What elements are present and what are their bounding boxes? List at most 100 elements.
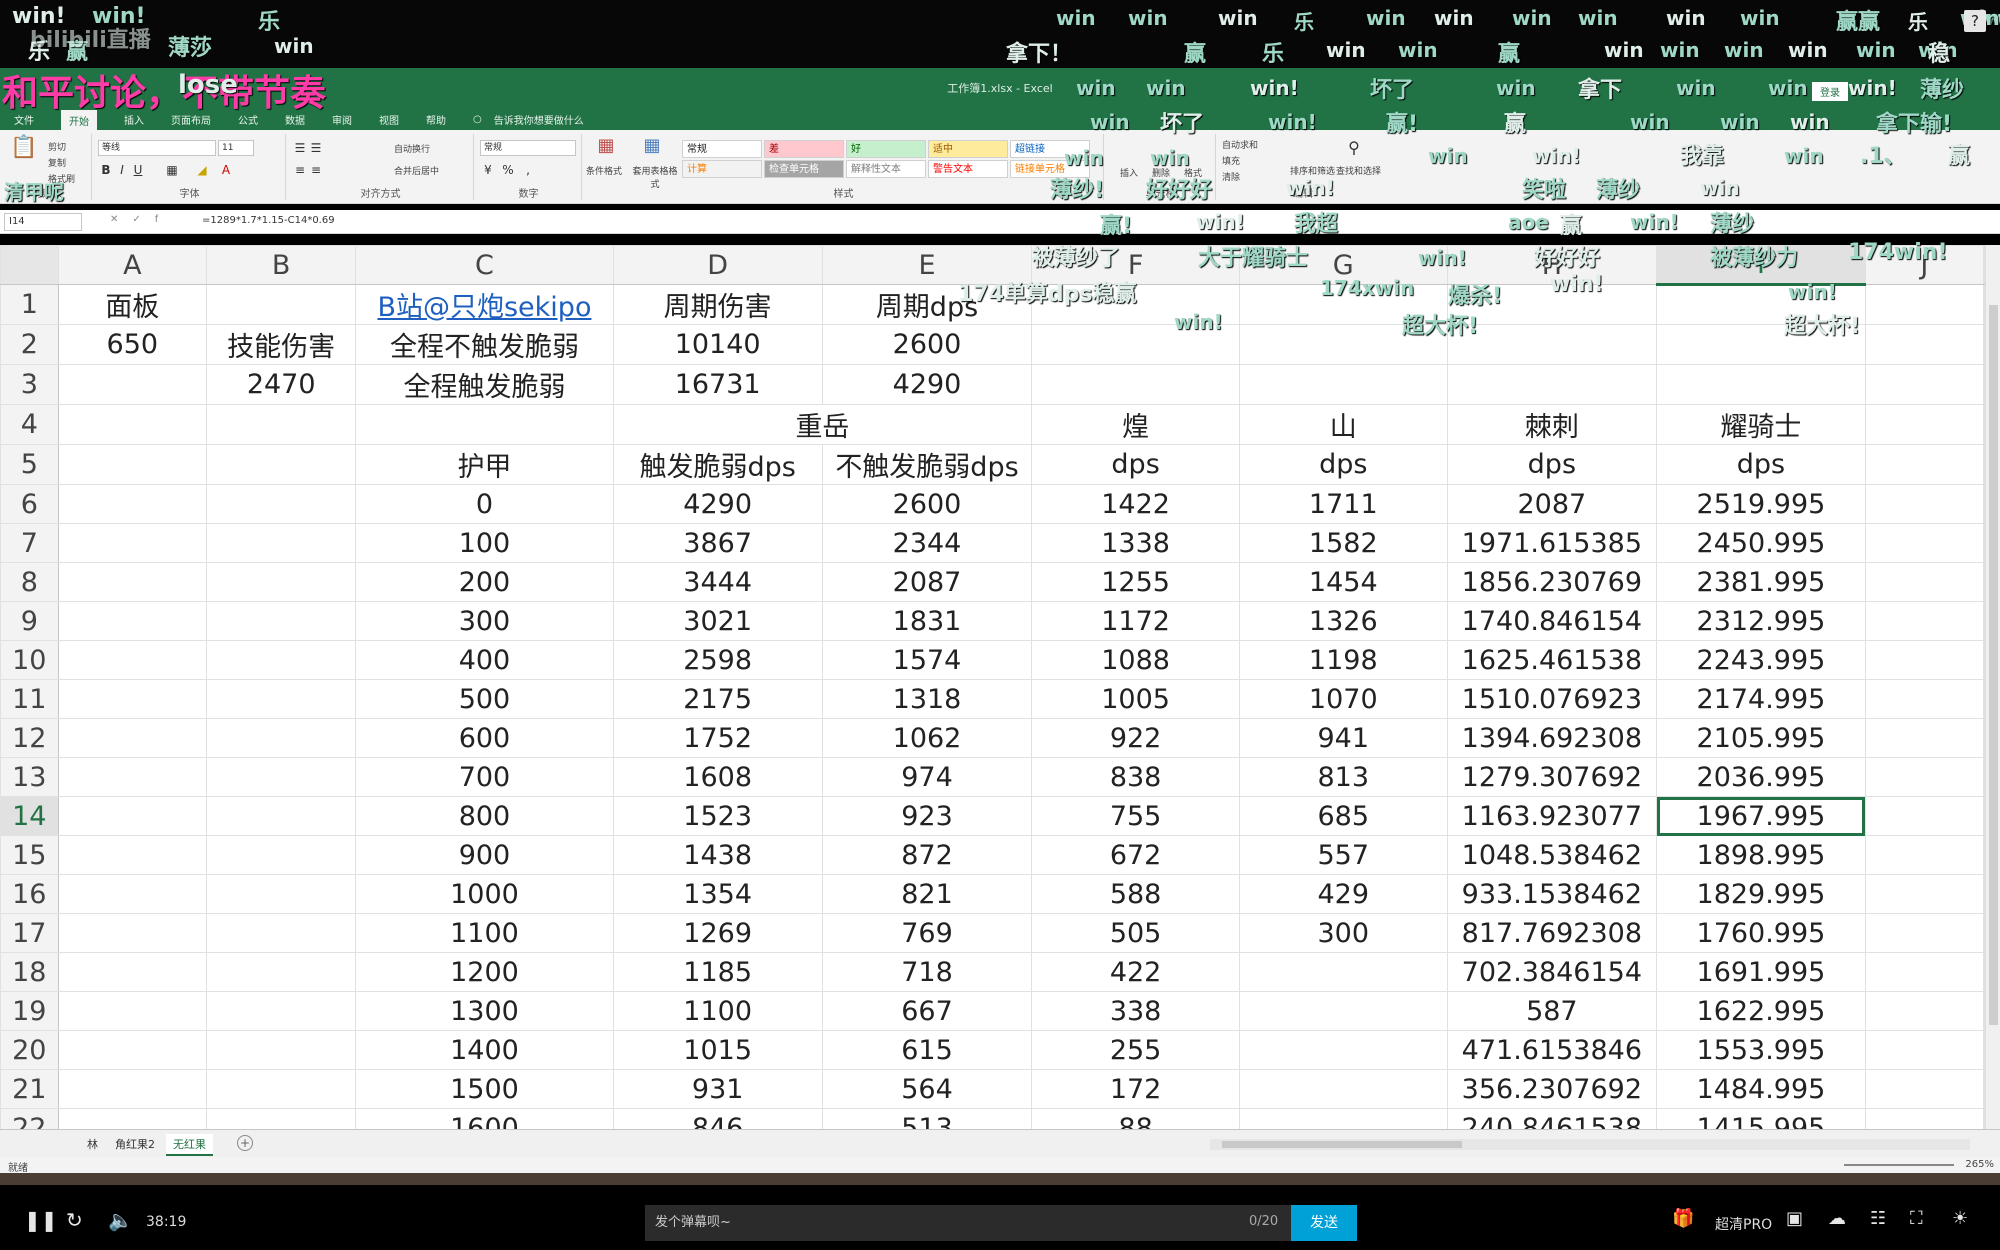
comma-icon[interactable]: ,	[520, 162, 536, 178]
cell-D2[interactable]: 10140	[612, 324, 823, 365]
cell-F8[interactable]: 1255	[1031, 562, 1240, 602]
cell-E16[interactable]: 821	[821, 874, 1033, 914]
cell-B7[interactable]	[206, 523, 357, 563]
row-header[interactable]: 15	[0, 835, 59, 875]
font-color-icon[interactable]: A	[218, 162, 234, 178]
column-header[interactable]: H	[1446, 245, 1658, 285]
cell-I3[interactable]	[1656, 364, 1866, 405]
formula-input[interactable]: =1289*1.7*1.15-C14*0.69	[202, 215, 335, 226]
cell-E20[interactable]: 615	[821, 1030, 1033, 1070]
cell-B16[interactable]	[206, 874, 357, 914]
cell-B2[interactable]: 技能伤害	[206, 324, 357, 365]
fullscreen-icon[interactable]: ⛶	[1910, 1208, 1923, 1229]
cell-style-6[interactable]: 检查单元格	[764, 160, 844, 178]
fx-icon[interactable]: f	[155, 214, 173, 225]
cell-H2[interactable]	[1446, 324, 1658, 365]
cell-B12[interactable]	[206, 718, 357, 758]
cell-E11[interactable]: 1318	[821, 679, 1033, 719]
column-header[interactable]: E	[821, 245, 1033, 285]
cell-H15[interactable]: 1048.538462	[1446, 835, 1658, 875]
cell-G18[interactable]	[1238, 952, 1448, 992]
cell-B10[interactable]	[206, 640, 357, 680]
clear-button[interactable]: 清除	[1222, 170, 1240, 183]
cell-B15[interactable]	[206, 835, 357, 875]
fill-color-icon[interactable]: ◢	[194, 162, 210, 178]
cell-F4[interactable]: 煌	[1031, 404, 1240, 445]
cell-J21[interactable]	[1864, 1069, 1985, 1109]
cell-A18[interactable]	[57, 952, 208, 992]
cell-F22[interactable]: 88	[1031, 1108, 1240, 1129]
align-middle-icon[interactable]: ☰	[308, 140, 324, 156]
cell-H5[interactable]: dps	[1446, 444, 1658, 485]
bold-icon[interactable]: B	[98, 162, 114, 178]
loop-icon[interactable]: ↻	[66, 1208, 83, 1232]
cell-F6[interactable]: 1422	[1031, 484, 1240, 524]
cell-B20[interactable]	[206, 1030, 357, 1070]
cell-J5[interactable]	[1864, 444, 1985, 485]
column-header[interactable]: A	[57, 245, 208, 285]
cell-D15[interactable]: 1438	[612, 835, 823, 875]
more-icon[interactable]: ☀	[1952, 1208, 1968, 1229]
cell-I2[interactable]	[1656, 324, 1866, 365]
sheet-tab-2[interactable]: 角红果2	[108, 1134, 162, 1154]
cell-D1[interactable]: 周期伤害	[612, 284, 823, 325]
cell-H14[interactable]: 1163.923077	[1446, 796, 1658, 836]
cell-J12[interactable]	[1864, 718, 1985, 758]
cell-G16[interactable]: 429	[1238, 874, 1448, 914]
cell-D19[interactable]: 1100	[612, 991, 823, 1031]
cell-style-0[interactable]: 常规	[682, 140, 762, 158]
row-header[interactable]: 19	[0, 991, 59, 1031]
column-header[interactable]: D	[612, 245, 823, 285]
cell-A6[interactable]	[57, 484, 208, 524]
cell-A7[interactable]	[57, 523, 208, 563]
row-header[interactable]: 11	[0, 679, 59, 719]
autosum-button[interactable]: 自动求和	[1222, 138, 1258, 151]
danmaku-toggle-icon[interactable]: ☁	[1828, 1208, 1846, 1229]
sort-filter-button[interactable]: 排序和筛选	[1290, 164, 1335, 177]
cell-D7[interactable]: 3867	[612, 523, 823, 563]
cell-J20[interactable]	[1864, 1030, 1985, 1070]
format-cells-button[interactable]: 格式	[1184, 166, 1202, 179]
delete-cells-button[interactable]: 删除	[1152, 166, 1170, 179]
cell-F16[interactable]: 588	[1031, 874, 1240, 914]
cell-I20[interactable]: 1553.995	[1656, 1030, 1866, 1070]
cell-B19[interactable]	[206, 991, 357, 1031]
cell-H22[interactable]: 240.8461538	[1446, 1108, 1658, 1129]
cell-G15[interactable]: 557	[1238, 835, 1448, 875]
cell-C7[interactable]: 100	[355, 523, 614, 563]
cell-E18[interactable]: 718	[821, 952, 1033, 992]
tab-page-layout[interactable]: 页面布局	[171, 112, 211, 127]
tab-insert[interactable]: 插入	[124, 112, 144, 127]
enter-icon[interactable]: ✓	[132, 214, 154, 225]
cell-G10[interactable]: 1198	[1238, 640, 1448, 680]
cell-J19[interactable]	[1864, 991, 1985, 1031]
cell-A15[interactable]	[57, 835, 208, 875]
cell-A22[interactable]	[57, 1108, 208, 1129]
cell-F13[interactable]: 838	[1031, 757, 1240, 797]
cell-G9[interactable]: 1326	[1238, 601, 1448, 641]
borders-icon[interactable]: ▦	[164, 162, 180, 178]
tab-data[interactable]: 数据	[285, 112, 305, 127]
cell-A2[interactable]: 650	[57, 324, 208, 365]
cell-H17[interactable]: 817.7692308	[1446, 913, 1658, 953]
row-header[interactable]: 9	[0, 601, 59, 641]
cell-J7[interactable]	[1864, 523, 1985, 563]
row-header[interactable]: 20	[0, 1030, 59, 1070]
cell-D21[interactable]: 931	[612, 1069, 823, 1109]
danmaku-settings-icon[interactable]: ☷	[1870, 1208, 1886, 1229]
cell-G17[interactable]: 300	[1238, 913, 1448, 953]
format-painter-button[interactable]: 格式刷	[48, 172, 75, 185]
cell-D16[interactable]: 1354	[612, 874, 823, 914]
cell-I13[interactable]: 2036.995	[1656, 757, 1866, 797]
cell-E12[interactable]: 1062	[821, 718, 1033, 758]
cell-A5[interactable]	[57, 444, 208, 485]
login-button[interactable]: 登录	[1812, 82, 1848, 101]
cell-C21[interactable]: 1500	[355, 1069, 614, 1109]
copy-button[interactable]: 复制	[48, 156, 66, 169]
cell-B9[interactable]	[206, 601, 357, 641]
vertical-scroll-thumb[interactable]	[1989, 305, 1998, 1025]
cell-A9[interactable]	[57, 601, 208, 641]
cell-H8[interactable]: 1856.230769	[1446, 562, 1658, 602]
wrap-text-button[interactable]: 自动换行	[394, 142, 430, 155]
cell-C3[interactable]: 全程触发脆弱	[355, 364, 614, 405]
